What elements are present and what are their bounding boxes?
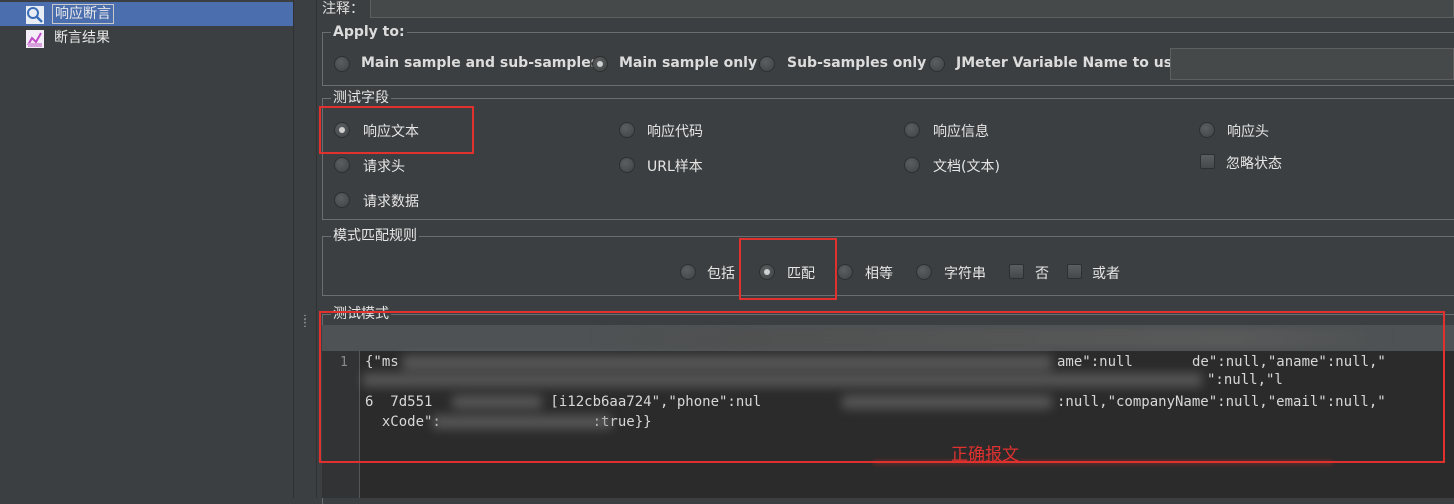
label-not: 否	[1035, 266, 1049, 282]
test-field-group: 测试字段	[322, 89, 1454, 220]
option-main-and-sub: Main sample and sub-samples	[361, 55, 600, 71]
radio-contains[interactable]	[680, 264, 696, 280]
annotation-underline	[873, 461, 1333, 464]
checkbox-ignore-status[interactable]	[1200, 154, 1215, 169]
tree-item-label: 响应断言	[52, 4, 114, 24]
radio-request-headers[interactable]	[334, 157, 350, 173]
option-equals: 相等	[865, 266, 893, 282]
highlight-test-pattern	[319, 311, 1445, 463]
tree-item-label: 断言结果	[54, 30, 110, 46]
option-document-text: 文档(文本)	[933, 159, 1000, 175]
radio-request-data[interactable]	[334, 192, 350, 208]
option-response-message: 响应信息	[933, 124, 989, 140]
radio-response-headers[interactable]	[1199, 122, 1215, 138]
option-request-data: 请求数据	[363, 194, 419, 210]
option-url-sampled: URL样本	[647, 159, 703, 175]
graph-listener-icon	[25, 29, 45, 49]
test-plan-tree: 响应断言 断言结果	[0, 0, 293, 498]
checkbox-or[interactable]	[1067, 264, 1082, 279]
radio-main-and-sub[interactable]	[334, 56, 350, 72]
radio-response-code[interactable]	[619, 122, 635, 138]
jmeter-variable-input[interactable]	[1170, 48, 1454, 80]
option-main-only: Main sample only	[619, 55, 758, 71]
response-assertion-panel: 注释： Apply to: Main sample and sub-sample…	[318, 0, 1454, 504]
radio-jmeter-variable[interactable]	[929, 56, 945, 72]
comments-label: 注释：	[322, 1, 364, 17]
magnifier-assertion-icon	[25, 5, 45, 25]
radio-substring[interactable]	[916, 264, 932, 280]
pattern-rules-title: 模式匹配规则	[331, 227, 419, 245]
split-pane-divider[interactable]: ⋮ ⋮	[293, 0, 317, 498]
comments-field[interactable]	[370, 0, 1454, 18]
option-substring: 字符串	[944, 266, 986, 282]
tree-item-assertion-results[interactable]: 断言结果	[0, 26, 293, 50]
radio-sub-only[interactable]	[759, 56, 775, 72]
radio-equals[interactable]	[837, 264, 853, 280]
option-request-headers: 请求头	[363, 159, 405, 175]
test-field-title: 测试字段	[331, 89, 391, 107]
checkbox-not[interactable]	[1009, 264, 1024, 279]
option-response-code: 响应代码	[647, 124, 703, 140]
radio-response-message[interactable]	[904, 122, 920, 138]
drag-grip-icon: ⋮ ⋮	[300, 314, 310, 329]
apply-to-title: Apply to:	[331, 23, 407, 41]
option-sub-only: Sub-samples only	[787, 55, 927, 71]
highlight-response-text	[319, 106, 474, 154]
label-ignore-status: 忽略状态	[1226, 156, 1282, 172]
option-contains: 包括	[707, 266, 735, 282]
option-response-headers: 响应头	[1227, 124, 1269, 140]
radio-url-sampled[interactable]	[619, 157, 635, 173]
label-or: 或者	[1092, 266, 1120, 282]
option-jmeter-variable: JMeter Variable Name to use	[956, 55, 1182, 71]
radio-document-text[interactable]	[904, 157, 920, 173]
tree-item-response-assertion[interactable]: 响应断言	[0, 2, 293, 26]
radio-main-only[interactable]	[592, 56, 608, 72]
highlight-matches	[739, 238, 837, 300]
